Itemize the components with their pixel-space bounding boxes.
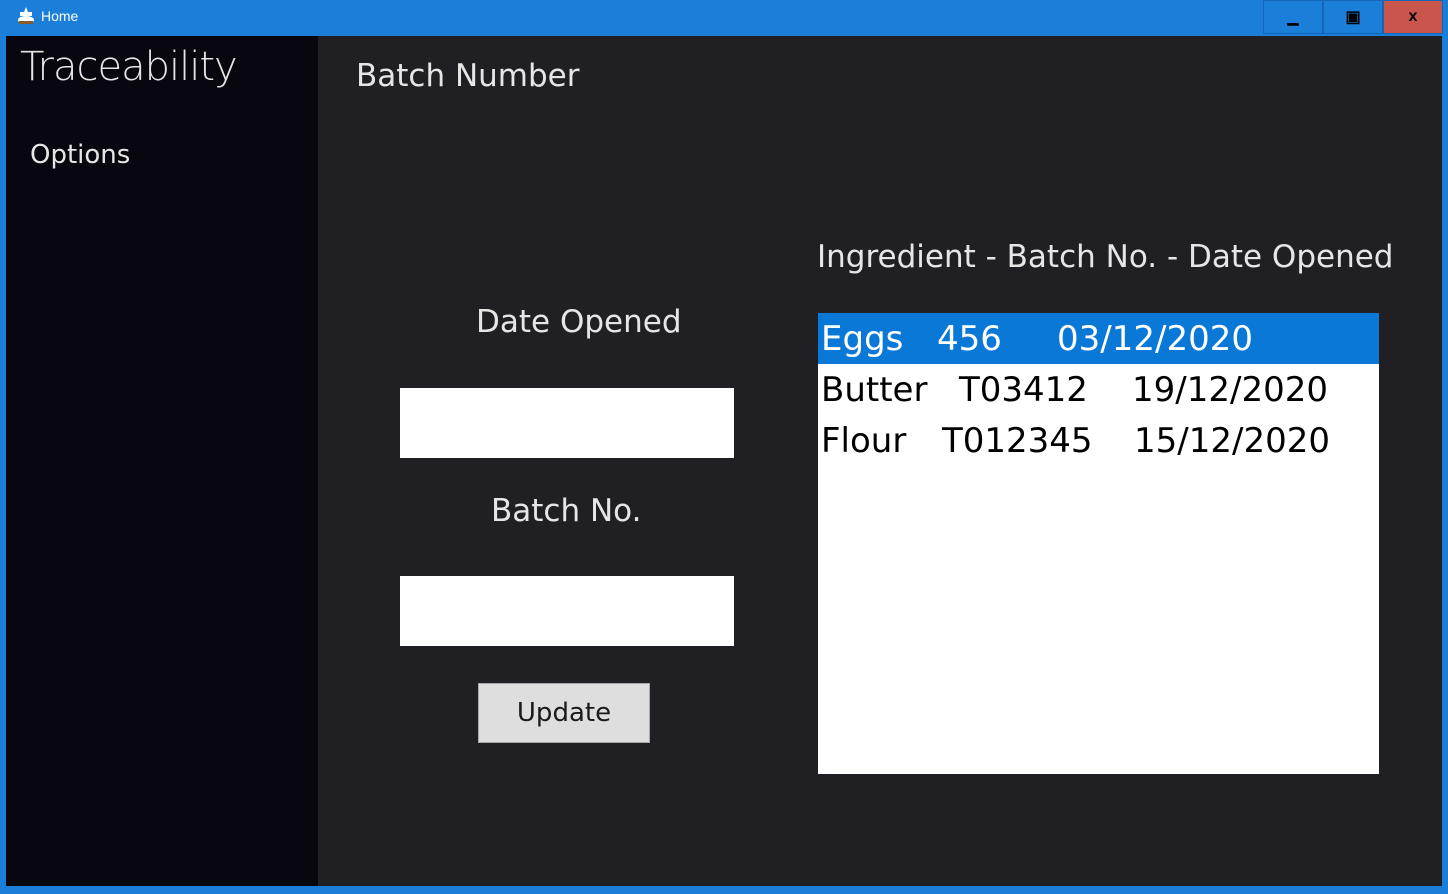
maximize-icon: ▣ [1345,9,1361,26]
app-window: Home ▁ ▣ x Traceability Options Batch Nu… [0,0,1448,894]
title-bar[interactable]: Home ▁ ▣ x [0,0,1448,36]
batch-number-label: Batch No. [491,493,642,529]
close-icon: x [1408,8,1418,25]
date-opened-label: Date Opened [476,304,682,340]
batch-cell: T03412 [959,370,1088,410]
minimize-button[interactable]: ▁ [1263,0,1323,34]
list-item[interactable]: Butter T03412 19/12/2020 [818,364,1379,415]
batch-cell: T012345 [942,421,1093,461]
close-button[interactable]: x [1383,0,1443,34]
page-title: Batch Number [356,58,580,94]
list-header: Ingredient - Batch No. - Date Opened [817,239,1394,275]
sidebar-title: Traceability [20,44,238,90]
minimize-icon: ▁ [1287,8,1299,25]
ingredient-cell: Flour [821,421,907,461]
client-area: Traceability Options Batch Number Date O… [6,36,1442,886]
list-item[interactable]: Flour T012345 15/12/2020 [818,415,1379,466]
batch-cell: 456 [937,319,1002,359]
list-item[interactable]: Eggs 456 03/12/2020 [818,313,1379,364]
sidebar: Traceability Options [6,36,318,886]
date-opened-input[interactable] [400,388,734,458]
update-button[interactable]: Update [478,683,650,743]
ingredient-list[interactable]: Eggs 456 03/12/2020 Butter T03412 19/12/… [818,313,1379,774]
maximize-button[interactable]: ▣ [1323,0,1383,34]
date-cell: 15/12/2020 [1134,421,1330,461]
sidebar-item-options[interactable]: Options [30,140,130,170]
ingredient-cell: Butter [821,370,928,410]
window-title: Home [41,8,79,24]
ingredient-cell: Eggs [821,319,904,359]
batch-number-input[interactable] [400,576,734,646]
app-logo-icon [18,7,34,24]
date-cell: 19/12/2020 [1132,370,1328,410]
date-cell: 03/12/2020 [1057,319,1253,359]
